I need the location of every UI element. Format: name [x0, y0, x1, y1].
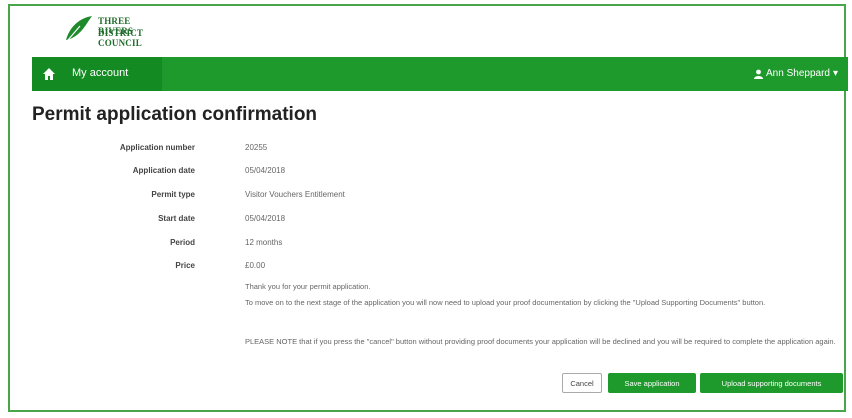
detail-value: 12 months	[245, 238, 283, 247]
home-icon[interactable]	[42, 67, 56, 81]
detail-label: Application number	[119, 143, 195, 152]
save-application-button[interactable]: Save application	[608, 373, 696, 393]
detail-label: Permit type	[151, 190, 195, 199]
my-account-link[interactable]: My account	[72, 67, 128, 79]
detail-row: Price £0.00	[100, 261, 840, 277]
detail-row: Permit type Visitor Vouchers Entitlement	[100, 190, 840, 206]
note-message: PLEASE NOTE that if you press the "cance…	[245, 337, 836, 346]
top-navbar: My account Ann Sheppard ▾	[32, 57, 848, 91]
thanks-message: Thank you for your permit application.	[245, 282, 371, 291]
caret-down-icon: ▾	[832, 68, 838, 79]
detail-value: £0.00	[245, 261, 266, 270]
user-menu[interactable]: Ann Sheppard ▾	[754, 68, 838, 79]
detail-value: 05/04/2018	[245, 166, 286, 175]
user-icon	[754, 69, 764, 79]
cancel-button[interactable]: Cancel	[562, 373, 602, 393]
leaf-logo-icon	[66, 16, 92, 41]
detail-value: 05/04/2018	[245, 214, 286, 223]
detail-value: 20255	[245, 143, 268, 152]
upload-documents-button[interactable]: Upload supporting documents	[700, 373, 843, 393]
detail-row: Period 12 months	[100, 238, 840, 254]
detail-label: Period	[170, 238, 195, 247]
detail-row: Application number 20255	[100, 143, 840, 159]
logo-line-2: DISTRICT COUNCIL	[98, 28, 143, 48]
home-nav-block[interactable]: My account	[32, 57, 162, 91]
detail-label: Price	[175, 261, 195, 270]
detail-value: Visitor Vouchers Entitlement	[245, 190, 345, 199]
page-title: Permit application confirmation	[32, 104, 318, 125]
next-step-message: To move on to the next stage of the appl…	[245, 298, 766, 307]
detail-label: Application date	[132, 166, 195, 175]
council-logo[interactable]: THREE RIVERS DISTRICT COUNCIL	[58, 10, 166, 50]
detail-label: Start date	[158, 214, 195, 223]
user-name: Ann Sheppard	[766, 68, 830, 79]
detail-row: Application date 05/04/2018	[100, 166, 840, 182]
detail-row: Start date 05/04/2018	[100, 214, 840, 230]
